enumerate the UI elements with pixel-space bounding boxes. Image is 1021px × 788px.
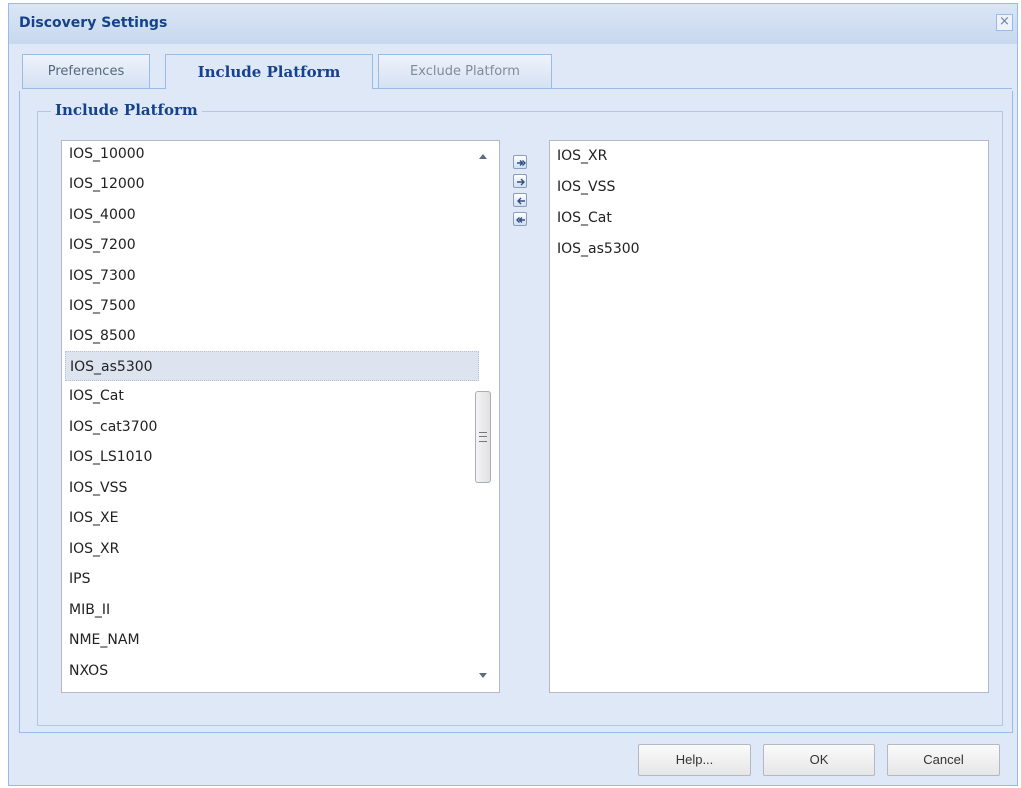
add-all-icon [517, 160, 526, 166]
include-platform-panel: Include Platform IOS_10000 IOS_12000 IOS… [19, 91, 1013, 733]
list-item[interactable]: IOS_12000 [65, 169, 479, 199]
remove-all-button[interactable] [513, 212, 527, 226]
list-item[interactable]: IOS_7300 [65, 261, 479, 291]
list-item-selected[interactable]: IOS_as5300 [65, 351, 479, 381]
add-icon [517, 178, 525, 186]
list-scrollbar[interactable] [469, 141, 499, 692]
remove-button[interactable] [513, 193, 527, 207]
help-button[interactable]: Help... [638, 744, 751, 776]
list-item[interactable]: IOS_Cat [553, 203, 968, 233]
remove-all-icon [516, 217, 525, 223]
included-platforms-list[interactable]: IOS_XR IOS_VSS IOS_Cat IOS_as5300 [549, 140, 989, 693]
tab-include-platform[interactable]: Include Platform [165, 54, 373, 89]
tab-strip: Preferences Include Platform Exclude Pla… [22, 54, 1012, 89]
list-item[interactable]: IOS_VSS [65, 473, 479, 503]
discovery-settings-dialog: Discovery Settings × Preferences Include… [8, 3, 1018, 786]
list-item[interactable]: MIB_II [65, 595, 479, 625]
list-item[interactable]: IOS_8500 [65, 321, 479, 351]
list-item[interactable]: IOS_VSS [553, 172, 968, 202]
tab-exclude-platform[interactable]: Exclude Platform [378, 54, 552, 88]
list-item[interactable]: IOS_as5300 [553, 234, 968, 264]
remove-icon [517, 197, 525, 205]
scroll-down-icon[interactable] [479, 673, 487, 678]
list-item[interactable]: IOS_XE [65, 503, 479, 533]
fieldset-legend: Include Platform [51, 101, 202, 119]
list-item[interactable]: IOS_XR [553, 141, 968, 171]
list-item[interactable]: NXOS [65, 656, 479, 686]
list-item[interactable]: IOS_LS1010 [65, 442, 479, 472]
list-item[interactable]: NME_NAM [65, 625, 479, 655]
scroll-thumb[interactable] [475, 391, 491, 483]
scroll-up-icon[interactable] [479, 154, 487, 159]
list-item[interactable]: IOS_XR [65, 534, 479, 564]
dialog-title: Discovery Settings [19, 15, 168, 31]
list-item[interactable]: IPS [65, 564, 479, 594]
close-icon[interactable]: × [996, 14, 1013, 31]
tab-preferences[interactable]: Preferences [22, 54, 150, 88]
list-item[interactable]: IOS_7500 [65, 291, 479, 321]
ok-button[interactable]: OK [763, 744, 875, 776]
list-item[interactable]: IOS_7200 [65, 230, 479, 260]
add-button[interactable] [513, 174, 527, 188]
cancel-button[interactable]: Cancel [887, 744, 1000, 776]
list-item[interactable]: IOS_10000 [65, 141, 479, 169]
grip-icon [479, 432, 487, 442]
list-item[interactable]: IOS_cat3700 [65, 412, 479, 442]
available-platforms-list[interactable]: IOS_10000 IOS_12000 IOS_4000 IOS_7200 IO… [61, 140, 500, 693]
add-all-button[interactable] [513, 155, 527, 169]
list-item[interactable]: IOS_4000 [65, 200, 479, 230]
include-platform-fieldset: Include Platform IOS_10000 IOS_12000 IOS… [37, 101, 1003, 726]
dialog-titlebar[interactable]: Discovery Settings × [9, 4, 1017, 44]
list-item[interactable]: IOS_Cat [65, 381, 479, 411]
